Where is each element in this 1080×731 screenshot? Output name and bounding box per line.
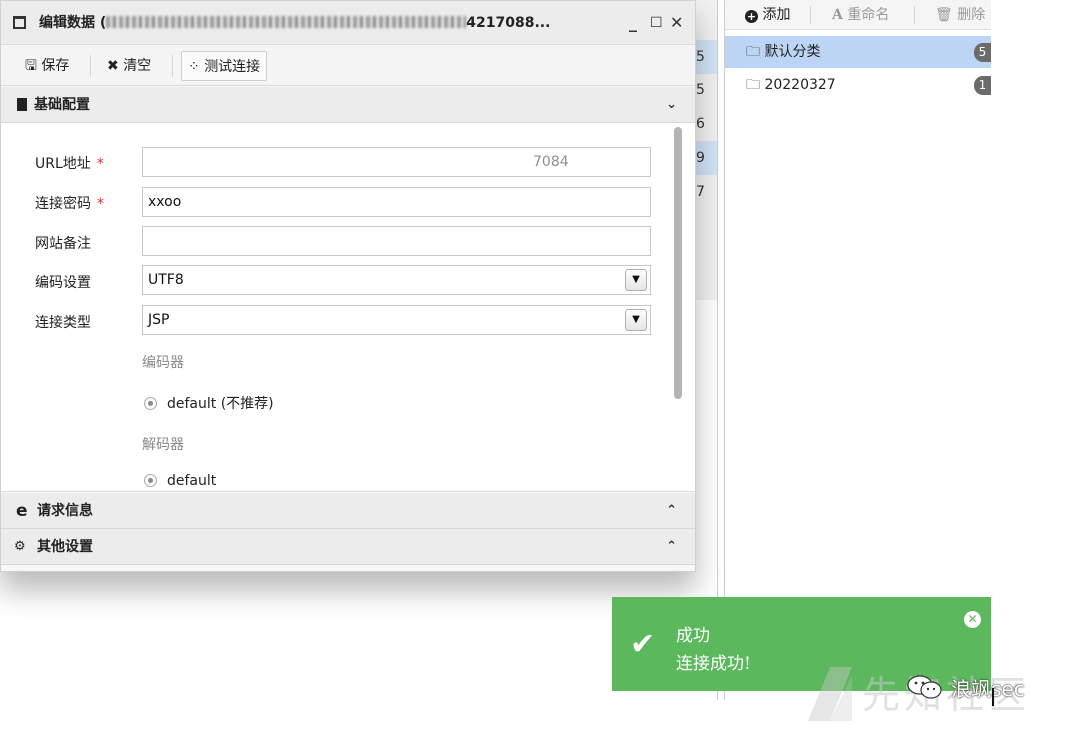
encoding-value: UTF8: [148, 272, 184, 288]
save-icon: 🖫: [25, 58, 37, 74]
connection-type-label: 连接类型: [35, 315, 91, 331]
delete-category-button[interactable]: 🗑 删除: [935, 4, 985, 26]
watermark-logo: [808, 667, 852, 721]
delete-label: 删除: [957, 7, 986, 23]
divider: [810, 6, 811, 24]
decoder-radio-default[interactable]: default: [144, 473, 216, 489]
category-item[interactable]: 🗀 20220327 1: [725, 69, 991, 101]
section-title: 基础配置: [34, 97, 90, 113]
scrollbar-thumb[interactable]: [674, 127, 682, 399]
encoder-radio-default[interactable]: default (不推荐): [144, 393, 274, 413]
section-header-basic[interactable]: 基础配置 ⌄: [1, 87, 695, 123]
close-button[interactable]: ✕: [670, 1, 683, 45]
list-item[interactable]: 5: [693, 73, 717, 107]
chevron-down-icon: ⌄: [666, 97, 677, 112]
category-name: 20220327: [764, 77, 836, 93]
category-panel: + 添加 A 重命名 🗑 删除 🗀 默认分类 5 🗀 20220327 1: [725, 0, 991, 600]
url-label: URL地址 *: [35, 156, 104, 172]
dialog-title: 编辑数据 ( 4217088...: [39, 1, 619, 45]
clear-button[interactable]: ✖ 清空: [101, 51, 157, 81]
connection-type-select[interactable]: JSP ▼: [142, 305, 651, 335]
radio-icon: [144, 397, 157, 410]
password-label: 连接密码 *: [35, 196, 104, 212]
panel-divider: [717, 0, 718, 700]
category-count-badge: 1: [974, 76, 991, 95]
window-icon: [13, 16, 26, 29]
add-category-button[interactable]: + 添加: [745, 4, 790, 26]
gears-icon: ⚙: [14, 539, 26, 554]
dialog-title-suffix: 4217088...: [466, 15, 551, 31]
radio-icon: [144, 474, 157, 487]
list-item[interactable]: 7: [693, 175, 717, 209]
test-connection-label: 测试连接: [204, 59, 261, 75]
divider: [172, 55, 173, 77]
encoding-label: 编码设置: [35, 275, 91, 291]
trash-icon: 🗑: [935, 7, 953, 23]
ie-icon: e: [16, 501, 28, 521]
section-title: 其他设置: [37, 539, 93, 555]
list-item[interactable]: 9: [693, 141, 717, 175]
folder-icon: 🗀: [746, 77, 760, 93]
url-value: 7084: [533, 154, 569, 170]
test-connection-button[interactable]: ⁘ 测试连接: [181, 51, 268, 81]
note-label: 网站备注: [35, 236, 91, 252]
wechat-text: 浪飒sec: [951, 676, 1025, 701]
divider: [90, 55, 91, 77]
toast-message: 连接成功!: [676, 654, 751, 674]
encoding-select[interactable]: UTF8 ▼: [142, 265, 651, 295]
save-label: 保存: [41, 58, 70, 74]
section-title: 请求信息: [37, 503, 93, 519]
category-item[interactable]: 🗀 默认分类 5: [725, 36, 991, 68]
document-icon: [17, 98, 27, 111]
dialog-toolbar: 🖫 保存 ✖ 清空 ⁘ 测试连接: [1, 46, 695, 86]
font-icon: A: [832, 7, 843, 23]
wechat-watermark: 浪飒sec: [905, 672, 1025, 702]
password-input[interactable]: xxoo: [142, 187, 651, 217]
list-item[interactable]: 5: [693, 40, 717, 74]
decoder-option-label: default: [167, 473, 217, 489]
url-label-text: URL地址: [35, 156, 91, 172]
wechat-icon: [907, 675, 942, 699]
chevron-up-icon: ⌃: [666, 503, 677, 518]
edit-data-dialog: 编辑数据 (4217088... _ ☐ ✕ 🖫 保存 ✖ 清空 ⁘ 测试连接 …: [0, 0, 696, 572]
text-cursor: [992, 688, 994, 706]
url-input[interactable]: 7084: [142, 147, 651, 177]
category-name: 默认分类: [764, 44, 821, 60]
encoder-option-label: default (不推荐): [167, 396, 274, 412]
password-label-text: 连接密码: [35, 196, 91, 212]
list-item[interactable]: 6: [693, 107, 717, 141]
spinner-icon: ⁘: [188, 59, 200, 75]
chevron-down-icon: ▼: [625, 269, 647, 291]
divider: [914, 6, 915, 24]
maximize-button[interactable]: ☐: [650, 1, 663, 45]
minimize-button[interactable]: _: [629, 1, 637, 45]
basic-config-panel: URL地址 * 7084 连接密码 * xxoo 网站备注 编码设置 UTF8 ▼ …: [1, 123, 695, 492]
folder-icon: 🗀: [746, 44, 760, 60]
clear-label: 清空: [123, 58, 152, 74]
dialog-title-prefix: 编辑数据 (: [39, 15, 107, 31]
note-input[interactable]: [142, 226, 651, 256]
background-list: 5 5 6 9 7: [693, 0, 717, 300]
category-toolbar: + 添加 A 重命名 🗑 删除: [725, 0, 991, 30]
section-header-other[interactable]: ⚙ 其他设置 ⌃: [1, 529, 695, 565]
dialog-titlebar[interactable]: 编辑数据 ( 4217088... _ ☐ ✕: [1, 1, 695, 45]
save-button[interactable]: 🖫 保存: [19, 51, 75, 81]
decoder-label: 解码器: [142, 437, 184, 453]
plus-circle-icon: +: [745, 10, 758, 23]
connection-type-value: JSP: [148, 312, 170, 328]
chevron-up-icon: ⌃: [666, 539, 677, 554]
add-label: 添加: [762, 7, 791, 23]
section-header-request[interactable]: e 请求信息 ⌃: [1, 493, 695, 529]
toast-title: 成功: [676, 626, 710, 646]
chevron-down-icon: ▼: [625, 309, 647, 331]
x-icon: ✖: [107, 58, 119, 74]
category-count-badge: 5: [974, 43, 991, 62]
rename-category-button[interactable]: A 重命名: [832, 4, 889, 26]
rename-label: 重命名: [847, 7, 890, 23]
encoder-label: 编码器: [142, 355, 184, 371]
redacted-url: [106, 16, 467, 28]
checkmark-icon: ✔: [630, 627, 656, 662]
close-icon[interactable]: ✕: [964, 611, 981, 628]
